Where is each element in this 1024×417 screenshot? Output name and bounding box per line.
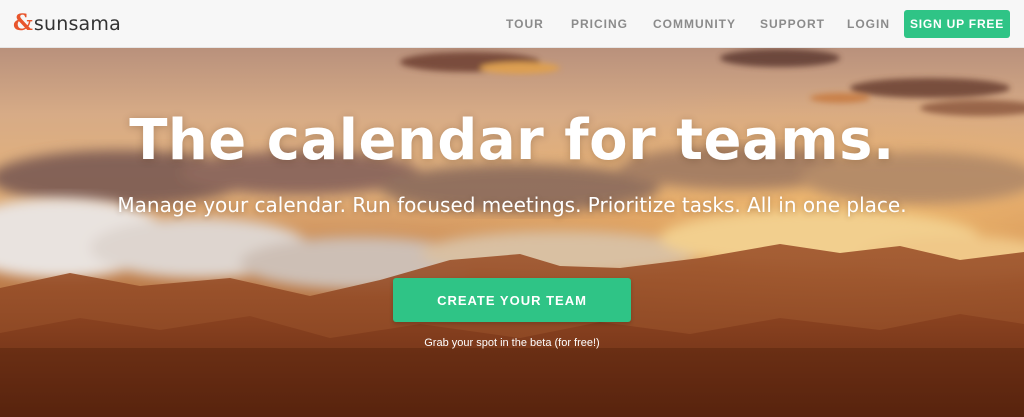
nav-link-support[interactable]: SUPPORT	[760, 17, 825, 31]
sunsama-logo[interactable]: & sunsama	[13, 10, 121, 38]
brand-name: sunsama	[33, 12, 121, 35]
create-your-team-button[interactable]: CREATE YOUR TEAM	[393, 278, 631, 322]
top-navbar: & sunsama TOUR PRICING COMMUNITY SUPPORT…	[0, 0, 1024, 48]
ampersand-logo-icon: &	[13, 10, 33, 36]
nav-link-login[interactable]: LOGIN	[847, 17, 890, 31]
nav-link-tour[interactable]: TOUR	[506, 17, 544, 31]
nav-link-community[interactable]: COMMUNITY	[653, 17, 736, 31]
hero-title: The calendar for teams.	[129, 108, 895, 173]
beta-note: Grab your spot in the beta (for free!)	[424, 337, 600, 349]
hero-section: The calendar for teams. Manage your cale…	[0, 48, 1024, 417]
sign-up-free-button[interactable]: SIGN UP FREE	[904, 10, 1010, 38]
nav-link-pricing[interactable]: PRICING	[571, 17, 628, 31]
hero-subtitle: Manage your calendar. Run focused meetin…	[117, 193, 907, 217]
sunset-mountain-background-image	[0, 48, 1024, 417]
landing-page: & sunsama TOUR PRICING COMMUNITY SUPPORT…	[0, 0, 1024, 417]
